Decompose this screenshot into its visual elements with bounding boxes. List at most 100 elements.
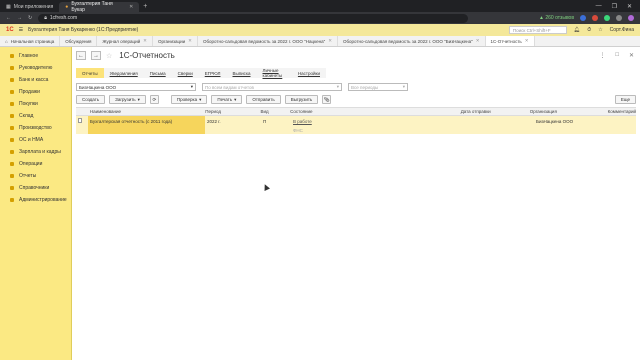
- history-icon[interactable]: ⏱: [587, 27, 591, 33]
- column-header[interactable]: Дата отправки: [459, 109, 528, 114]
- tab-letters[interactable]: Письма: [144, 68, 172, 78]
- close-window-button[interactable]: ✕: [627, 3, 632, 10]
- tab-journal[interactable]: Журнал операций ✕: [97, 36, 153, 46]
- sidebar-icon: [10, 54, 14, 58]
- extension-icon[interactable]: [592, 15, 598, 21]
- address-bar[interactable]: 🔒︎ 1cfresh.com: [38, 13, 469, 23]
- sidebar-item-salary[interactable]: Зарплата и кадры: [0, 146, 71, 158]
- sidebar-item-warehouse[interactable]: Склад: [0, 110, 71, 122]
- sidebar-icon: [10, 90, 14, 94]
- sidebar-item-reports[interactable]: Отчеты: [0, 170, 71, 182]
- tab-osv-1[interactable]: Оборотно-сальдовая ведомость за 2022 г. …: [198, 36, 338, 46]
- sidebar-item-admin[interactable]: Администрирование: [0, 194, 71, 206]
- global-search-input[interactable]: Поиск Ctrl+Shift+F: [508, 26, 567, 34]
- tab-label: Начальная страница: [10, 38, 55, 44]
- close-icon[interactable]: ✕: [476, 38, 480, 44]
- browser-tab-my-apps[interactable]: ▦ Мои приложения: [0, 2, 59, 12]
- unload-button[interactable]: Выгрузить: [284, 95, 319, 104]
- report-name[interactable]: Бухгалтерская отчетность (с 2011 года): [88, 116, 205, 126]
- check-button[interactable]: Проверка ▾: [170, 95, 208, 104]
- chevron-down-icon: ▾: [137, 96, 140, 102]
- close-icon[interactable]: ✕: [328, 38, 332, 44]
- back-button[interactable]: ←: [76, 51, 86, 60]
- close-icon[interactable]: ✕: [525, 38, 529, 44]
- close-icon[interactable]: ✕: [143, 38, 147, 44]
- sidebar-item-bank[interactable]: Банк и касса: [0, 74, 71, 86]
- sidebar-item-label: Продажи: [19, 89, 40, 95]
- star-icon[interactable]: ☆: [598, 27, 602, 33]
- reviews-badge[interactable]: ▲ 260 отзывов: [539, 15, 574, 21]
- sidebar-item-production[interactable]: Производство: [0, 122, 71, 134]
- close-icon[interactable]: ✕: [188, 38, 192, 44]
- report-state-link[interactable]: В работе: [291, 119, 464, 124]
- minimize-button[interactable]: —: [596, 3, 602, 10]
- tab-notifications[interactable]: Уведомления: [104, 68, 144, 78]
- sidebar-item-operations[interactable]: Операции: [0, 158, 71, 170]
- selected-cell-fill: [88, 126, 205, 134]
- favorite-star-icon[interactable]: ☆: [106, 52, 112, 60]
- extension-icon[interactable]: [580, 15, 586, 21]
- sidebar-item-sales[interactable]: Продажи: [0, 86, 71, 98]
- close-tab-icon[interactable]: ✕: [129, 4, 133, 10]
- send-button[interactable]: Отправить: [246, 95, 281, 104]
- create-button[interactable]: Создать: [76, 95, 106, 104]
- browser-tab-accounting[interactable]: ● Бухгалтерия Таня Букар ✕: [59, 1, 140, 13]
- column-header[interactable]: Комментарий: [606, 109, 636, 114]
- sidebar-icon: [10, 102, 14, 106]
- column-header[interactable]: Вид: [258, 109, 288, 114]
- tab-osv-2[interactable]: Оборотно-сальдовая ведомость за 2022 г. …: [338, 36, 486, 46]
- forward-icon[interactable]: →: [17, 15, 22, 21]
- reload-icon[interactable]: ↻: [28, 15, 32, 21]
- organization-select[interactable]: БизНацкена ООО ▾: [76, 83, 196, 91]
- refresh-icon[interactable]: ⟳: [149, 95, 159, 104]
- attach-icon[interactable]: 📎︎: [322, 95, 332, 104]
- sidebar-item-assets[interactable]: ОС и НМА: [0, 134, 71, 146]
- maximize-button[interactable]: ❐: [612, 3, 617, 10]
- back-icon[interactable]: ←: [6, 15, 11, 21]
- upload-button[interactable]: Загрузить ▾: [109, 95, 146, 104]
- extension-icon[interactable]: [616, 15, 622, 21]
- column-header[interactable]: Период: [203, 109, 258, 114]
- sidebar-item-label: Главное: [19, 53, 39, 59]
- forward-button[interactable]: →: [91, 51, 101, 60]
- tab-reconciliations[interactable]: Сверки: [172, 68, 199, 78]
- report-kind-select[interactable]: По всем видам отчетов ▾: [202, 83, 342, 91]
- table-row[interactable]: Бухгалтерская отчетность (с 2011 года) 2…: [76, 116, 636, 126]
- section-tabs: Отчеты Уведомления Письма Сверки ЕГРЮЛ В…: [76, 68, 326, 78]
- menu-icon[interactable]: ☰: [19, 27, 23, 33]
- close-form-icon[interactable]: ✕: [629, 52, 634, 59]
- print-button[interactable]: Печать ▾: [211, 95, 243, 104]
- tab-reports[interactable]: Отчеты: [76, 68, 104, 78]
- sidebar-item-main[interactable]: Главное: [0, 50, 71, 62]
- column-header[interactable]: Наименование: [88, 109, 203, 114]
- tab-settings[interactable]: Настройки: [292, 68, 326, 78]
- chevron-down-icon: ▾: [402, 84, 405, 89]
- sidebar-icon: [10, 186, 14, 190]
- sidebar-item-label: Склад: [19, 113, 34, 119]
- sidebar-item-directories[interactable]: Справочники: [0, 182, 71, 194]
- tab-1c-reporting[interactable]: 1С-Отчетность ✕: [485, 36, 535, 46]
- more-button[interactable]: Еще: [614, 95, 636, 104]
- new-tab-button[interactable]: +: [143, 3, 147, 10]
- bell-icon[interactable]: 🔔︎: [574, 27, 580, 33]
- table-row-detail: ФНС: [76, 126, 636, 134]
- more-menu-icon[interactable]: ⋮: [599, 52, 605, 59]
- maximize-icon[interactable]: □: [615, 52, 619, 59]
- tab-personal-accounts[interactable]: Личные кабинеты: [257, 68, 292, 78]
- extension-icon[interactable]: [604, 15, 610, 21]
- tab-discussions[interactable]: Обсуждения: [60, 36, 98, 46]
- tab-statement[interactable]: Выписка: [226, 68, 256, 78]
- tab-home[interactable]: ⌂ Начальная страница: [0, 36, 61, 46]
- tab-egrul[interactable]: ЕГРЮЛ: [199, 68, 227, 78]
- sidebar-item-purchases[interactable]: Покупки: [0, 98, 71, 110]
- column-header[interactable]: Состояние: [288, 109, 459, 114]
- period-select[interactable]: Все периоды ▾: [348, 83, 408, 91]
- tab-organizations[interactable]: Организации ✕: [153, 36, 198, 46]
- column-header[interactable]: Организация: [528, 109, 606, 114]
- sidebar-item-manager[interactable]: Руководителю: [0, 62, 71, 74]
- lock-icon: 🔒︎: [44, 15, 47, 21]
- user-name[interactable]: Сорт.Фина: [610, 27, 634, 33]
- sidebar-icon: [10, 150, 14, 154]
- report-recipient: ФНС: [293, 127, 303, 133]
- profile-avatar[interactable]: [628, 15, 634, 21]
